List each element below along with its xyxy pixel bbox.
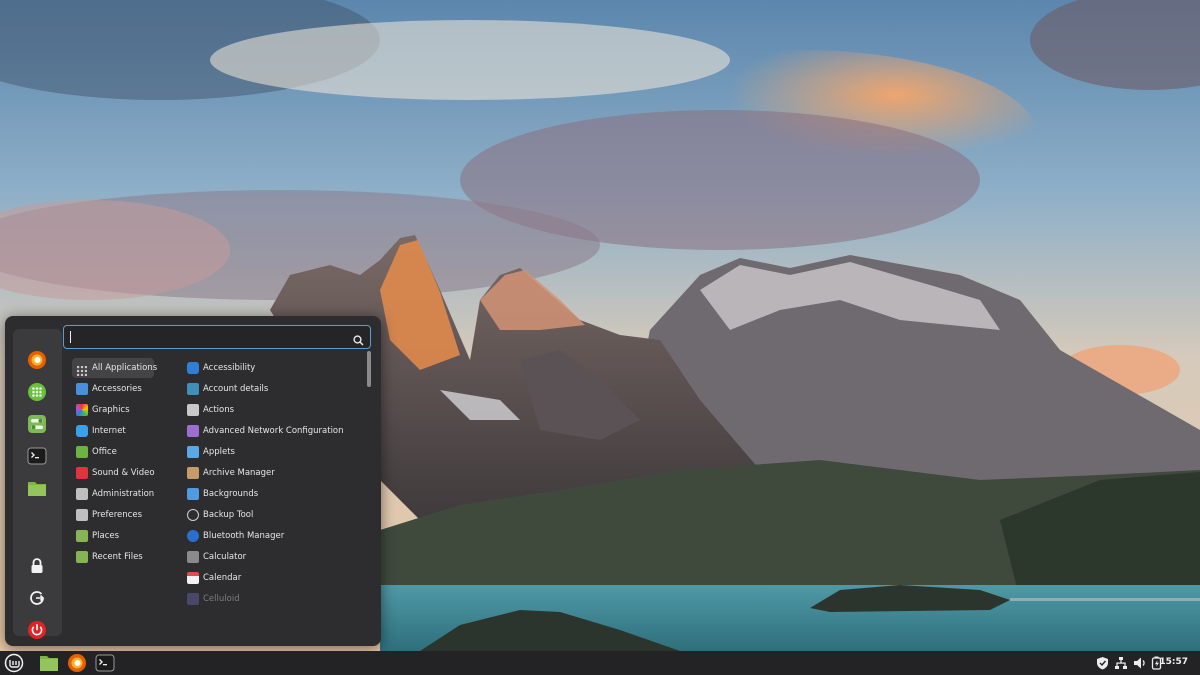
bluetooth-icon — [187, 530, 199, 542]
app-label: Bluetooth Manager — [203, 531, 285, 541]
category-places[interactable]: Places — [72, 526, 154, 546]
archive-icon — [187, 467, 199, 479]
calendar-icon — [187, 572, 199, 584]
settings-icon[interactable] — [25, 412, 49, 436]
internet-icon — [76, 425, 88, 437]
office-icon — [76, 446, 88, 458]
preferences-icon — [76, 509, 88, 521]
app-celluloid[interactable]: Celluloid — [187, 589, 367, 609]
app-account-details[interactable]: Account details — [187, 379, 367, 399]
mint-menu-icon[interactable] — [4, 653, 24, 673]
shield-icon[interactable] — [1094, 655, 1110, 671]
category-all-applications[interactable]: All Applications — [72, 358, 158, 378]
category-label: All Applications — [92, 363, 158, 373]
category-accessories[interactable]: Accessories — [72, 379, 154, 399]
network-icon — [187, 425, 199, 437]
category-graphics[interactable]: Graphics — [72, 400, 154, 420]
graphics-icon — [76, 404, 88, 416]
backup-icon — [187, 509, 199, 521]
celluloid-icon — [187, 593, 199, 605]
category-label: Recent Files — [92, 552, 143, 562]
search-icon — [353, 331, 364, 350]
clock[interactable]: 15:57 — [1159, 657, 1188, 667]
app-label: Celluloid — [203, 594, 240, 604]
application-menu: All Applications Accessories Graphics In… — [5, 316, 381, 646]
category-label: Places — [92, 531, 120, 541]
grid-icon — [76, 362, 88, 376]
category-sound-video[interactable]: Sound & Video — [72, 463, 155, 483]
taskbar: 15:57 — [0, 651, 1200, 675]
category-label: Preferences — [92, 510, 142, 520]
app-actions[interactable]: Actions — [187, 400, 367, 420]
backgrounds-icon — [187, 488, 199, 500]
administration-icon — [76, 488, 88, 500]
firefox-icon[interactable] — [67, 653, 87, 673]
category-internet[interactable]: Internet — [72, 421, 154, 441]
accessibility-icon — [187, 362, 199, 374]
app-label: Calendar — [203, 573, 242, 583]
files-icon[interactable] — [25, 476, 49, 500]
category-office[interactable]: Office — [72, 442, 154, 462]
software-manager-icon[interactable] — [25, 380, 49, 404]
category-preferences[interactable]: Preferences — [72, 505, 154, 525]
applets-icon — [187, 446, 199, 458]
app-archive-manager[interactable]: Archive Manager — [187, 463, 367, 483]
app-label: Backup Tool — [203, 510, 254, 520]
folder-icon — [76, 530, 88, 542]
category-administration[interactable]: Administration — [72, 484, 154, 504]
files-icon[interactable] — [39, 653, 59, 673]
app-label: Archive Manager — [203, 468, 275, 478]
account-icon — [187, 383, 199, 395]
app-label: Applets — [203, 447, 235, 457]
logout-icon[interactable] — [25, 586, 49, 610]
app-calculator[interactable]: Calculator — [187, 547, 367, 567]
sound-video-icon — [76, 467, 88, 479]
category-recent-files[interactable]: Recent Files — [72, 547, 154, 567]
app-list-scrollbar[interactable] — [367, 351, 371, 387]
network-icon[interactable] — [1113, 655, 1129, 671]
app-accessibility[interactable]: Accessibility — [187, 358, 367, 378]
speaker-icon[interactable] — [1132, 655, 1148, 671]
actions-icon — [187, 404, 199, 416]
calculator-icon — [187, 551, 199, 563]
app-advanced-network-configuration[interactable]: Advanced Network Configuration — [187, 421, 367, 441]
text-cursor — [70, 331, 71, 343]
app-label: Calculator — [203, 552, 247, 562]
favorites-sidebar — [13, 329, 62, 639]
category-label: Sound & Video — [92, 468, 155, 478]
category-label: Office — [92, 447, 117, 457]
search-input[interactable] — [70, 328, 340, 346]
folder-icon — [76, 551, 88, 563]
app-calendar[interactable]: Calendar — [187, 568, 367, 588]
lock-screen-icon[interactable] — [25, 554, 49, 578]
app-bluetooth-manager[interactable]: Bluetooth Manager — [187, 526, 367, 546]
app-label: Accessibility — [203, 363, 256, 373]
app-backup-tool[interactable]: Backup Tool — [187, 505, 367, 525]
app-label: Actions — [203, 405, 235, 415]
firefox-icon[interactable] — [25, 348, 49, 372]
shutdown-icon[interactable] — [25, 618, 49, 642]
app-backgrounds[interactable]: Backgrounds — [187, 484, 367, 504]
app-label: Advanced Network Configuration — [203, 426, 344, 436]
app-label: Backgrounds — [203, 489, 259, 499]
terminal-icon[interactable] — [25, 444, 49, 468]
accessories-icon — [76, 383, 88, 395]
category-label: Internet — [92, 426, 126, 436]
category-label: Accessories — [92, 384, 142, 394]
search-box[interactable] — [63, 325, 371, 349]
app-label: Account details — [203, 384, 269, 394]
category-label: Graphics — [92, 405, 130, 415]
category-label: Administration — [92, 489, 155, 499]
app-applets[interactable]: Applets — [187, 442, 367, 462]
terminal-icon[interactable] — [95, 653, 115, 673]
